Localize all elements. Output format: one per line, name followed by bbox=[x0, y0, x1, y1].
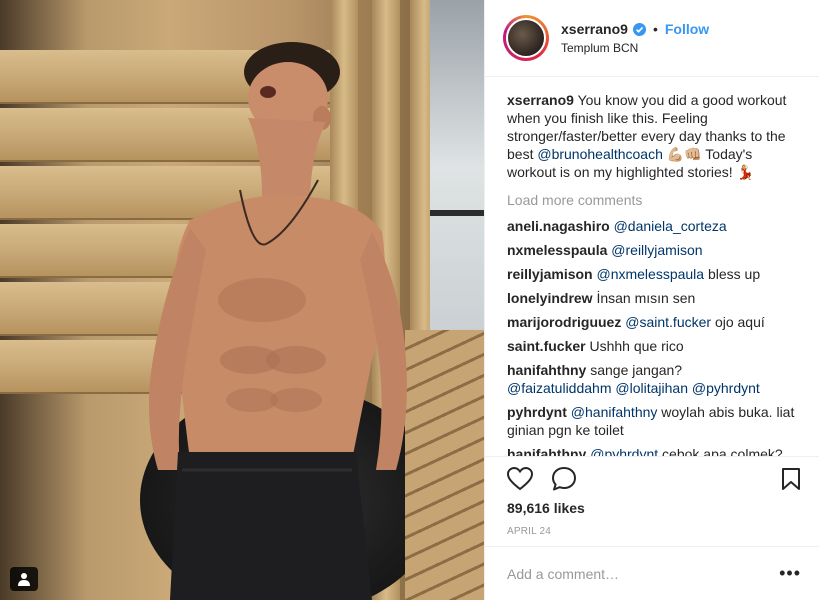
load-more-comments-button[interactable]: Load more comments bbox=[507, 191, 803, 209]
comment-username[interactable]: hanifahthny bbox=[507, 446, 586, 456]
caption-username[interactable]: xserrano9 bbox=[507, 92, 574, 108]
comment-mention[interactable]: @pyhrdynt bbox=[590, 446, 658, 456]
comment-mention[interactable]: @reillyjamison bbox=[611, 242, 702, 258]
avatar[interactable] bbox=[503, 15, 549, 61]
comment-item: hanifahthny sange jangan? @faizatuliddah… bbox=[507, 361, 803, 397]
heart-icon[interactable] bbox=[507, 466, 533, 491]
comment-item: hanifahthny @pyhrdynt cebok apa colmek? bbox=[507, 445, 803, 456]
comment-text: ojo aquí bbox=[711, 314, 765, 330]
comment-mention[interactable]: @lolitajihan bbox=[615, 380, 688, 396]
post-header: xserrano9 • Follow Templum BCN bbox=[485, 0, 819, 77]
comment-mention[interactable]: @nxmelesspaula bbox=[596, 266, 704, 282]
comment-mention[interactable]: @faizatuliddahm bbox=[507, 380, 612, 396]
comment-text: cebok apa colmek? bbox=[658, 446, 783, 456]
username-link[interactable]: xserrano9 bbox=[561, 21, 628, 37]
likes-count[interactable]: 89,616 likes bbox=[485, 500, 819, 522]
comment-mention[interactable]: @pyhrdynt bbox=[692, 380, 760, 396]
action-bar bbox=[485, 456, 819, 500]
comments-list: xserrano9 You know you did a good workou… bbox=[485, 77, 819, 456]
separator-dot: • bbox=[652, 21, 658, 37]
add-comment-bar: Add a comment… ••• bbox=[485, 546, 819, 600]
comment-text: Ushhh que rico bbox=[589, 338, 684, 354]
comment-text: sange jangan? bbox=[590, 362, 683, 378]
caption-mention[interactable]: @brunohealthcoach bbox=[537, 146, 663, 162]
comment-mention[interactable]: @daniela_corteza bbox=[614, 218, 727, 234]
comment-item: lonelyindrew İnsan mısın sen bbox=[507, 289, 803, 307]
comment-bubble-icon[interactable] bbox=[551, 466, 577, 492]
comment-item: aneli.nagashiro @daniela_corteza bbox=[507, 217, 803, 235]
comment-username[interactable]: lonelyindrew bbox=[507, 290, 593, 306]
person-figure bbox=[149, 42, 407, 600]
comment-text: bless up bbox=[704, 266, 761, 282]
comment-item: pyhrdynt @hanifahthny woylah abis buka. … bbox=[507, 403, 803, 439]
more-options-button[interactable]: ••• bbox=[779, 563, 801, 584]
comment-username[interactable]: saint.fucker bbox=[507, 338, 586, 354]
post-photo[interactable] bbox=[0, 0, 484, 600]
comment-item: marijorodriguuez @saint.fucker ojo aquí bbox=[507, 313, 803, 331]
post-caption: xserrano9 You know you did a good workou… bbox=[507, 91, 803, 181]
follow-button[interactable]: Follow bbox=[665, 21, 709, 37]
comment-input[interactable]: Add a comment… bbox=[507, 566, 779, 582]
bookmark-icon[interactable] bbox=[781, 467, 801, 491]
post-side-panel: xserrano9 • Follow Templum BCN xserrano9… bbox=[484, 0, 819, 600]
post-date[interactable]: APRIL 24 bbox=[485, 522, 819, 546]
header-text: xserrano9 • Follow Templum BCN bbox=[561, 21, 709, 55]
comment-username[interactable]: nxmelesspaula bbox=[507, 242, 607, 258]
location-link[interactable]: Templum BCN bbox=[561, 41, 709, 55]
comment-item: saint.fucker Ushhh que rico bbox=[507, 337, 803, 355]
comment-username[interactable]: aneli.nagashiro bbox=[507, 218, 610, 234]
comment-mention[interactable]: @saint.fucker bbox=[625, 314, 711, 330]
comment-username[interactable]: hanifahthny bbox=[507, 362, 586, 378]
avatar-image bbox=[506, 18, 546, 58]
instagram-post: xserrano9 • Follow Templum BCN xserrano9… bbox=[0, 0, 819, 600]
comment-username[interactable]: reillyjamison bbox=[507, 266, 593, 282]
user-tag-icon[interactable] bbox=[10, 567, 38, 591]
comment-text: İnsan mısın sen bbox=[596, 290, 696, 306]
comment-username[interactable]: pyhrdynt bbox=[507, 404, 567, 420]
header-top-row: xserrano9 • Follow bbox=[561, 21, 709, 37]
comment-username[interactable]: marijorodriguuez bbox=[507, 314, 621, 330]
comment-item: nxmelesspaula @reillyjamison bbox=[507, 241, 803, 259]
comment-item: reillyjamison @nxmelesspaula bless up bbox=[507, 265, 803, 283]
comment-mention[interactable]: @hanifahthny bbox=[571, 404, 658, 420]
verified-badge-icon bbox=[632, 22, 646, 36]
